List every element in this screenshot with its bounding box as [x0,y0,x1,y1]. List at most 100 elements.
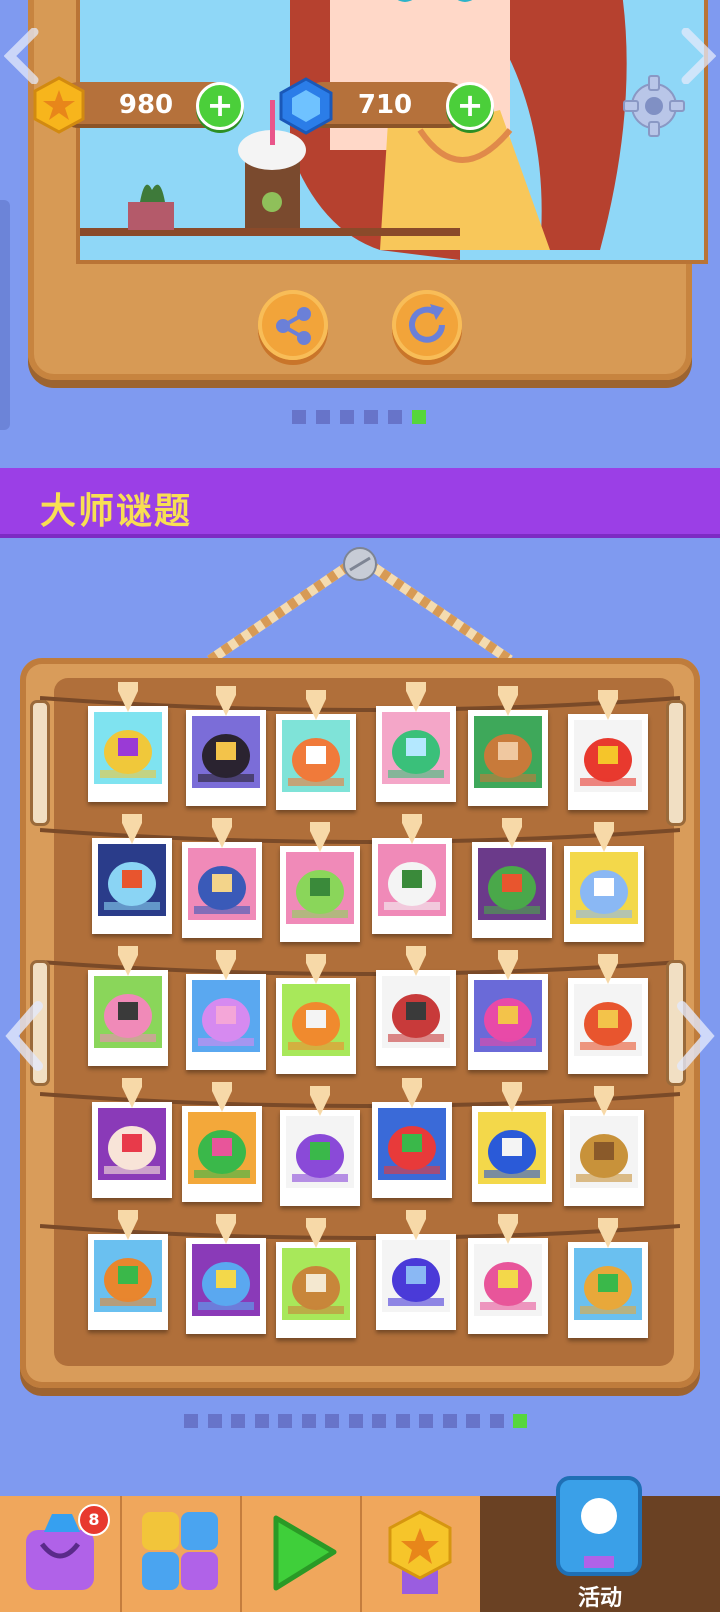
puzzle-card-flamingo[interactable] [88,970,168,1066]
next-page-arrow[interactable] [676,1000,716,1072]
strawberry-cake-icon [98,1108,166,1180]
puzzle-card-ramen[interactable] [468,1238,548,1334]
pager-dot[interactable] [489,1414,504,1428]
add-gems-button[interactable]: + [446,82,494,130]
pager-dot[interactable] [419,1414,433,1428]
puzzle-card-harp[interactable] [564,1110,644,1206]
side-handle [0,200,10,430]
pager-dot-active[interactable] [412,410,426,424]
food-truck-icon [478,1112,546,1184]
puzzle-card-umbrella[interactable] [276,978,356,1074]
pager-dot[interactable] [388,410,402,424]
mittens-icon [282,720,350,792]
pager-dot[interactable] [231,1414,245,1428]
coin-icon [30,76,88,134]
pager-dot[interactable] [184,1414,198,1428]
tab-shop[interactable]: 8 [0,1496,122,1612]
settings-button[interactable] [622,74,686,138]
soap-bottle-icon [382,712,450,784]
share-icon [276,307,311,345]
gem-icon [276,76,336,136]
gift-box-icon [474,980,542,1052]
night-city-icon [192,716,260,788]
add-coins-button[interactable]: + [196,82,244,130]
lime-drink-icon [286,852,354,924]
puzzle-card-tea-cup[interactable] [372,838,452,934]
puzzle-card-night-city[interactable] [186,710,266,806]
harp-icon [570,1116,638,1188]
puzzle-card-mittens[interactable] [276,714,356,810]
puzzle-card-potted-plant[interactable] [182,1106,262,1202]
puzzle-card-perfume[interactable] [186,974,266,1070]
pager-dot[interactable] [278,1414,292,1428]
puzzle-card-milk-carton[interactable] [564,846,644,942]
tab-puzzles[interactable] [120,1496,242,1612]
pager-dot[interactable] [316,410,330,424]
puzzle-card-noodle-bowl[interactable] [182,842,262,938]
pager-dot[interactable] [364,410,378,424]
puzzle-card-coffee-cup[interactable] [276,1242,356,1338]
mangosteen-icon [286,1116,354,1188]
tab-events[interactable]: 活动 [480,1476,720,1612]
share-button[interactable] [258,290,328,360]
soda-can-icon [192,1244,260,1316]
tea-cup-icon [378,844,446,916]
puzzle-card-food-truck[interactable] [472,1106,552,1202]
puzzle-card-sandwich[interactable] [568,1242,648,1338]
puzzle-card-fries[interactable] [568,714,648,810]
cactus-pot-icon [478,848,546,920]
puzzle-card-clock[interactable] [376,970,456,1066]
pager-dot[interactable] [466,1414,480,1428]
refresh-icon [409,304,445,343]
noodle-bowl-icon [188,848,256,920]
potted-plant-icon [188,1112,256,1184]
kaleidoscope-icon [94,712,162,784]
umbrella-icon [282,984,350,1056]
puzzle-card-butterfly[interactable] [376,1234,456,1330]
puzzle-card-cactus-pot[interactable] [472,842,552,938]
pager-dot[interactable] [254,1414,269,1428]
puzzle-card-soda-can[interactable] [186,1238,266,1334]
featured-picture[interactable] [76,0,708,264]
pager-dot[interactable] [395,1414,410,1428]
fries-icon [574,720,642,792]
pager-dot[interactable] [325,1414,339,1428]
gear-icon [623,75,685,137]
puzzle-card-lime-drink[interactable] [280,846,360,942]
puzzle-card-strawberry-cake[interactable] [92,1102,172,1198]
tab-events-label: 活动 [577,1586,622,1611]
featured-picture-frame [28,0,708,380]
shop-badge: 8 [78,1504,110,1536]
tab-achievements[interactable] [360,1496,482,1612]
puzzle-icon [142,1512,218,1590]
pager-dot[interactable] [442,1414,457,1428]
restart-button[interactable] [392,290,462,360]
puzzle-card-soap-bottle[interactable] [376,706,456,802]
puzzle-card-flowers[interactable] [372,1102,452,1198]
events-book-icon [556,1476,642,1576]
tab-play[interactable] [240,1496,362,1612]
pager-dot-active[interactable] [513,1414,527,1428]
pager-dot[interactable] [340,410,354,424]
puzzle-card-deer[interactable] [468,710,548,806]
featured-girl-art [80,0,704,260]
pager-dot[interactable] [372,1414,386,1428]
puzzle-card-mangosteen[interactable] [280,1110,360,1206]
star-badge-icon [388,1510,452,1594]
pager-dot[interactable] [207,1414,222,1428]
puzzle-card-kaleidoscope[interactable] [88,706,168,802]
pager-dot[interactable] [301,1414,316,1428]
ramen-icon [474,1244,542,1316]
puzzle-card-gift-box[interactable] [468,974,548,1070]
pager-dot[interactable] [348,1414,363,1428]
puzzle-card-roast-chicken[interactable] [88,1234,168,1330]
jam-jar-icon [98,844,166,916]
puzzle-card-house[interactable] [568,978,648,1074]
flowers-icon [378,1108,446,1180]
puzzle-card-jam-jar[interactable] [92,838,172,934]
roast-chicken-icon [94,1240,162,1312]
perfume-icon [192,980,260,1052]
prev-page-arrow[interactable] [4,1000,44,1072]
sandwich-icon [574,1248,642,1320]
pager-dot[interactable] [292,410,306,424]
